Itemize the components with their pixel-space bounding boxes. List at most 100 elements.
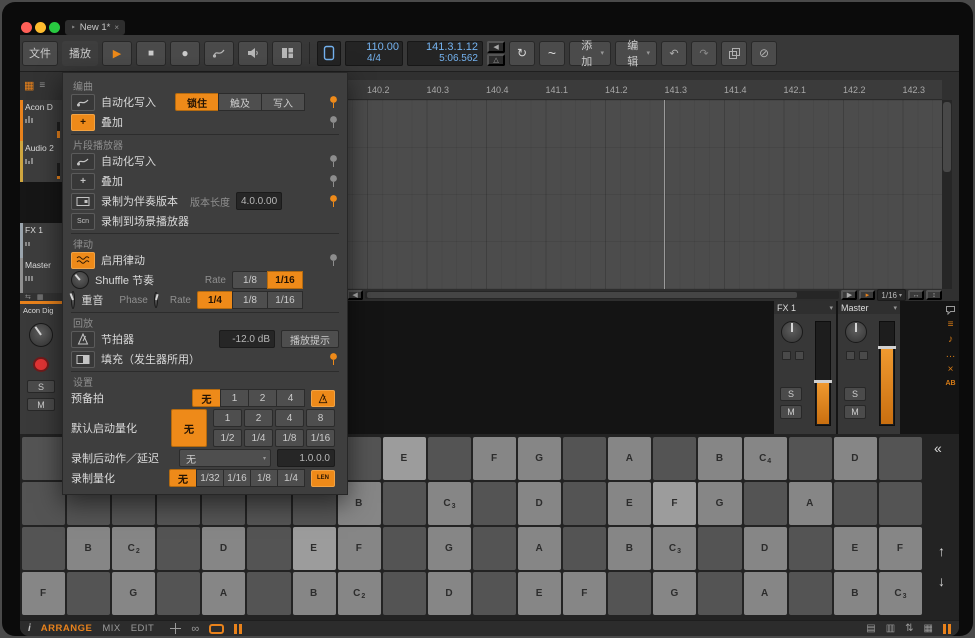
octave-down-button[interactable]: ↓ xyxy=(932,572,951,590)
fader-handle[interactable] xyxy=(814,380,832,383)
view-tab-arrange[interactable]: ARRANGE xyxy=(41,623,93,634)
pad[interactable]: E xyxy=(383,437,426,480)
chevron-down-icon[interactable]: ▾ xyxy=(829,304,833,312)
launch-quantize-option[interactable]: 1/8 xyxy=(275,429,304,447)
crosshair-icon[interactable] xyxy=(170,623,181,634)
file-panel-icon[interactable]: ▥ xyxy=(886,623,895,634)
pad[interactable]: C3 xyxy=(428,482,471,525)
accent-rate-button[interactable]: 1/8 xyxy=(232,291,268,309)
edit-menu-button[interactable]: 编辑 ▾ xyxy=(615,41,657,66)
track-header-audio2[interactable]: Audio 2 xyxy=(20,141,62,182)
pad[interactable]: A xyxy=(789,482,832,525)
pad[interactable] xyxy=(157,572,200,615)
groove-wave-toggle[interactable]: ~ xyxy=(539,41,565,66)
pad[interactable] xyxy=(789,572,832,615)
window-close-button[interactable] xyxy=(21,22,32,33)
more-icon[interactable]: … xyxy=(946,350,956,360)
shuffle-rate-button[interactable]: 1/8 xyxy=(232,271,268,289)
stop-button[interactable]: ■ xyxy=(136,41,166,66)
loop-toggle[interactable]: ↻ xyxy=(509,41,535,66)
swap-icon[interactable]: ⇆ xyxy=(25,293,31,301)
vertical-scroll-thumb[interactable] xyxy=(943,102,951,172)
pin-icon[interactable] xyxy=(329,116,339,129)
pad[interactable] xyxy=(428,437,471,480)
note-editor-icon[interactable]: ♪ xyxy=(948,335,953,345)
grid-resolution-select[interactable]: 1/16 ▾ xyxy=(877,289,906,301)
automation-write-icon[interactable] xyxy=(71,94,95,111)
play-menu-button[interactable]: 播放 xyxy=(62,41,98,66)
window-minimize-button[interactable] xyxy=(35,22,46,33)
fader-handle[interactable] xyxy=(878,346,896,349)
pad[interactable] xyxy=(247,572,290,615)
mute-button[interactable]: M xyxy=(780,405,802,419)
pad[interactable] xyxy=(653,437,696,480)
routing-dot[interactable] xyxy=(859,351,868,360)
pad[interactable]: F xyxy=(879,527,922,570)
pad[interactable]: D xyxy=(428,572,471,615)
pan-knob[interactable] xyxy=(781,321,803,343)
metronome-level-field[interactable]: -12.0 dB xyxy=(219,330,275,348)
volume-fader[interactable] xyxy=(815,321,831,426)
automation-write-icon[interactable] xyxy=(71,153,95,170)
volume-fader[interactable] xyxy=(879,321,895,426)
pad[interactable]: C4 xyxy=(744,437,787,480)
routing-dot[interactable] xyxy=(846,351,855,360)
record-take-icon[interactable] xyxy=(71,193,95,210)
pad[interactable]: C3 xyxy=(879,572,922,615)
play-button[interactable]: ▶ xyxy=(102,41,132,66)
pad[interactable]: B xyxy=(608,527,651,570)
pad[interactable] xyxy=(383,527,426,570)
solo-button[interactable]: S xyxy=(844,387,866,401)
pin-icon[interactable] xyxy=(329,155,339,168)
pad[interactable] xyxy=(744,482,787,525)
comment-icon[interactable] xyxy=(945,305,956,315)
zoom-vertical-button[interactable]: ↕ xyxy=(926,290,942,300)
solo-button[interactable]: S xyxy=(27,380,55,393)
follow-playhead-toggle[interactable]: ▸ xyxy=(859,290,875,300)
pad[interactable]: C2 xyxy=(112,527,155,570)
groove-icon[interactable] xyxy=(71,252,95,269)
pad[interactable] xyxy=(879,437,922,480)
record-button[interactable]: ● xyxy=(170,41,200,66)
add-track-button[interactable]: 添加 ▾ xyxy=(569,41,611,66)
scroll-left-button[interactable]: ◀ xyxy=(347,290,363,300)
pad[interactable]: F xyxy=(473,437,516,480)
pad[interactable]: D xyxy=(744,527,787,570)
automation-mode-button[interactable]: 写入 xyxy=(261,93,305,111)
pad[interactable] xyxy=(22,527,65,570)
pad[interactable]: C3 xyxy=(653,527,696,570)
arm-record-button[interactable] xyxy=(33,357,49,372)
view-tab-edit[interactable]: EDIT xyxy=(131,623,155,634)
zoom-horizontal-button[interactable]: ↔ xyxy=(908,290,924,300)
undo-button[interactable]: ↶ xyxy=(661,41,687,66)
mute-button[interactable]: M xyxy=(27,398,55,411)
record-quantize-option[interactable]: 1/16 xyxy=(223,469,251,487)
inspector-icon[interactable]: ≡ xyxy=(948,320,954,330)
horizontal-scrollbar[interactable] xyxy=(365,291,839,299)
overdub-icon[interactable]: + xyxy=(71,114,95,131)
grid-view-icon[interactable]: ▦ xyxy=(24,79,34,92)
metronome-toggle[interactable]: △ xyxy=(487,54,505,66)
count-in-option[interactable]: 1 xyxy=(220,389,249,407)
record-quantize-option[interactable]: 1/32 xyxy=(196,469,224,487)
overdub-icon[interactable]: + xyxy=(71,173,95,190)
layout-toggle[interactable] xyxy=(272,41,302,66)
accent-rate-button[interactable]: 1/4 xyxy=(197,291,233,309)
link-icon[interactable]: ∞ xyxy=(191,623,199,635)
file-menu-button[interactable]: 文件 xyxy=(22,41,58,66)
pad[interactable]: E xyxy=(834,527,877,570)
pad[interactable] xyxy=(698,527,741,570)
pad[interactable]: B xyxy=(834,572,877,615)
pad[interactable]: F xyxy=(653,482,696,525)
pad[interactable]: F xyxy=(338,527,381,570)
punch-in-toggle[interactable]: ◀ xyxy=(487,41,505,53)
pad[interactable]: G xyxy=(428,527,471,570)
automation-mode-button[interactable]: 锁住 xyxy=(175,93,219,111)
automation-mode-button[interactable]: 触及 xyxy=(218,93,262,111)
launch-quantize-option[interactable]: 1 xyxy=(213,409,242,427)
take-length-field[interactable]: 4.0.0.00 xyxy=(236,192,282,210)
pin-icon[interactable] xyxy=(329,195,339,208)
display-profile-button[interactable] xyxy=(317,41,341,66)
pad[interactable]: D xyxy=(518,482,561,525)
octave-up-button[interactable]: ↑ xyxy=(932,542,951,560)
